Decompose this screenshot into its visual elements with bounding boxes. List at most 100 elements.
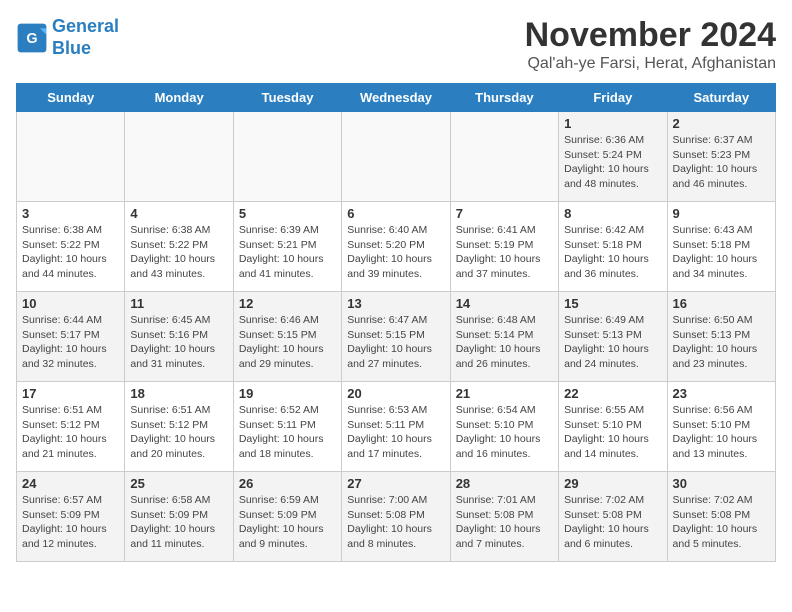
- day-header-saturday: Saturday: [667, 84, 775, 112]
- day-info: Sunrise: 6:50 AM Sunset: 5:13 PM Dayligh…: [673, 313, 770, 372]
- calendar-cell: 25Sunrise: 6:58 AM Sunset: 5:09 PM Dayli…: [125, 472, 233, 562]
- day-header-sunday: Sunday: [17, 84, 125, 112]
- calendar-week-row: 24 Sunrise: 6:57 AM Sunset: 5:09 PM Dayli…: [17, 472, 776, 562]
- calendar-cell: 8Sunrise: 6:42 AM Sunset: 5:18 PM Daylig…: [559, 202, 667, 292]
- calendar-cell: [450, 112, 558, 202]
- calendar-cell: 23 Sunrise: 6:56 AM Sunset: 5:10 PM Dayli…: [667, 382, 775, 472]
- day-info: Sunrise: 7:02 AM Sunset: 5:08 PM Dayligh…: [673, 493, 770, 552]
- day-number: 17: [22, 386, 119, 401]
- day-number: 2: [673, 116, 770, 131]
- day-number: 18: [130, 386, 227, 401]
- calendar-cell: 4 Sunrise: 6:38 AM Sunset: 5:22 PM Daylig…: [125, 202, 233, 292]
- logo: G General Blue: [16, 16, 119, 59]
- calendar-cell: 12 Sunrise: 6:46 AM Sunset: 5:15 PM Dayli…: [233, 292, 341, 382]
- calendar-cell: 29 Sunrise: 7:02 AM Sunset: 5:08 PM Dayli…: [559, 472, 667, 562]
- calendar-cell: [17, 112, 125, 202]
- day-number: 15: [564, 296, 661, 311]
- calendar-week-row: 17 Sunrise: 6:51 AM Sunset: 5:12 PM Dayli…: [17, 382, 776, 472]
- calendar-cell: [342, 112, 450, 202]
- day-number: 22: [564, 386, 661, 401]
- day-info: Sunrise: 6:46 AM Sunset: 5:15 PM Dayligh…: [239, 313, 336, 372]
- day-info: Sunrise: 6:56 AM Sunset: 5:10 PM Dayligh…: [673, 403, 770, 462]
- calendar-cell: 7 Sunrise: 6:41 AM Sunset: 5:19 PM Daylig…: [450, 202, 558, 292]
- day-info: Sunrise: 6:38 AM Sunset: 5:22 PM Dayligh…: [22, 223, 119, 282]
- day-info: Sunrise: 6:38 AM Sunset: 5:22 PM Dayligh…: [130, 223, 227, 282]
- calendar-cell: 16 Sunrise: 6:50 AM Sunset: 5:13 PM Dayli…: [667, 292, 775, 382]
- day-number: 5: [239, 206, 336, 221]
- day-info: Sunrise: 7:01 AM Sunset: 5:08 PM Dayligh…: [456, 493, 553, 552]
- calendar-header-row: SundayMondayTuesdayWednesdayThursdayFrid…: [17, 84, 776, 112]
- day-number: 28: [456, 476, 553, 491]
- svg-text:G: G: [26, 30, 37, 46]
- day-info: Sunrise: 6:59 AM Sunset: 5:09 PM Dayligh…: [239, 493, 336, 552]
- day-number: 12: [239, 296, 336, 311]
- day-number: 4: [130, 206, 227, 221]
- calendar-cell: 24 Sunrise: 6:57 AM Sunset: 5:09 PM Dayli…: [17, 472, 125, 562]
- day-info: Sunrise: 6:53 AM Sunset: 5:11 PM Dayligh…: [347, 403, 444, 462]
- day-header-thursday: Thursday: [450, 84, 558, 112]
- calendar-week-row: 1Sunrise: 6:36 AM Sunset: 5:24 PM Daylig…: [17, 112, 776, 202]
- day-header-wednesday: Wednesday: [342, 84, 450, 112]
- calendar-cell: 28 Sunrise: 7:01 AM Sunset: 5:08 PM Dayli…: [450, 472, 558, 562]
- day-info: Sunrise: 7:02 AM Sunset: 5:08 PM Dayligh…: [564, 493, 661, 552]
- logo-line2: Blue: [52, 38, 91, 58]
- calendar-cell: 11Sunrise: 6:45 AM Sunset: 5:16 PM Dayli…: [125, 292, 233, 382]
- day-number: 21: [456, 386, 553, 401]
- day-header-friday: Friday: [559, 84, 667, 112]
- day-info: Sunrise: 6:49 AM Sunset: 5:13 PM Dayligh…: [564, 313, 661, 372]
- calendar-cell: 27 Sunrise: 7:00 AM Sunset: 5:08 PM Dayli…: [342, 472, 450, 562]
- calendar-cell: 6 Sunrise: 6:40 AM Sunset: 5:20 PM Daylig…: [342, 202, 450, 292]
- calendar-cell: 15 Sunrise: 6:49 AM Sunset: 5:13 PM Dayli…: [559, 292, 667, 382]
- day-number: 3: [22, 206, 119, 221]
- calendar-cell: 18Sunrise: 6:51 AM Sunset: 5:12 PM Dayli…: [125, 382, 233, 472]
- calendar-cell: 5 Sunrise: 6:39 AM Sunset: 5:21 PM Daylig…: [233, 202, 341, 292]
- calendar-cell: 30 Sunrise: 7:02 AM Sunset: 5:08 PM Dayli…: [667, 472, 775, 562]
- calendar-cell: [233, 112, 341, 202]
- day-number: 23: [673, 386, 770, 401]
- calendar-cell: 17 Sunrise: 6:51 AM Sunset: 5:12 PM Dayli…: [17, 382, 125, 472]
- day-number: 7: [456, 206, 553, 221]
- day-number: 26: [239, 476, 336, 491]
- day-info: Sunrise: 6:37 AM Sunset: 5:23 PM Dayligh…: [673, 133, 770, 192]
- day-info: Sunrise: 6:41 AM Sunset: 5:19 PM Dayligh…: [456, 223, 553, 282]
- day-info: Sunrise: 6:54 AM Sunset: 5:10 PM Dayligh…: [456, 403, 553, 462]
- day-info: Sunrise: 6:52 AM Sunset: 5:11 PM Dayligh…: [239, 403, 336, 462]
- calendar-cell: 26 Sunrise: 6:59 AM Sunset: 5:09 PM Dayli…: [233, 472, 341, 562]
- day-number: 13: [347, 296, 444, 311]
- calendar-cell: 10Sunrise: 6:44 AM Sunset: 5:17 PM Dayli…: [17, 292, 125, 382]
- day-info: Sunrise: 6:36 AM Sunset: 5:24 PM Dayligh…: [564, 133, 661, 192]
- calendar-cell: 14 Sunrise: 6:48 AM Sunset: 5:14 PM Dayli…: [450, 292, 558, 382]
- day-header-tuesday: Tuesday: [233, 84, 341, 112]
- day-info: Sunrise: 7:00 AM Sunset: 5:08 PM Dayligh…: [347, 493, 444, 552]
- calendar-cell: 9Sunrise: 6:43 AM Sunset: 5:18 PM Daylig…: [667, 202, 775, 292]
- calendar-cell: 20 Sunrise: 6:53 AM Sunset: 5:11 PM Dayli…: [342, 382, 450, 472]
- logo-line1: General: [52, 16, 119, 36]
- day-info: Sunrise: 6:48 AM Sunset: 5:14 PM Dayligh…: [456, 313, 553, 372]
- day-info: Sunrise: 6:40 AM Sunset: 5:20 PM Dayligh…: [347, 223, 444, 282]
- month-title: November 2024: [525, 16, 776, 55]
- day-info: Sunrise: 6:42 AM Sunset: 5:18 PM Dayligh…: [564, 223, 661, 282]
- day-info: Sunrise: 6:57 AM Sunset: 5:09 PM Dayligh…: [22, 493, 119, 552]
- day-number: 6: [347, 206, 444, 221]
- day-number: 30: [673, 476, 770, 491]
- day-info: Sunrise: 6:51 AM Sunset: 5:12 PM Dayligh…: [22, 403, 119, 462]
- page-header: G General Blue November 2024 Qal'ah-ye F…: [16, 16, 776, 73]
- day-number: 10: [22, 296, 119, 311]
- day-number: 29: [564, 476, 661, 491]
- day-number: 14: [456, 296, 553, 311]
- day-number: 27: [347, 476, 444, 491]
- day-info: Sunrise: 6:58 AM Sunset: 5:09 PM Dayligh…: [130, 493, 227, 552]
- day-info: Sunrise: 6:39 AM Sunset: 5:21 PM Dayligh…: [239, 223, 336, 282]
- day-number: 20: [347, 386, 444, 401]
- day-number: 24: [22, 476, 119, 491]
- day-info: Sunrise: 6:43 AM Sunset: 5:18 PM Dayligh…: [673, 223, 770, 282]
- calendar-cell: 1Sunrise: 6:36 AM Sunset: 5:24 PM Daylig…: [559, 112, 667, 202]
- calendar-cell: 21 Sunrise: 6:54 AM Sunset: 5:10 PM Dayli…: [450, 382, 558, 472]
- day-number: 11: [130, 296, 227, 311]
- logo-icon: G: [16, 22, 48, 54]
- day-number: 16: [673, 296, 770, 311]
- calendar-cell: [125, 112, 233, 202]
- logo-text: General Blue: [52, 16, 119, 59]
- calendar-cell: 13Sunrise: 6:47 AM Sunset: 5:15 PM Dayli…: [342, 292, 450, 382]
- calendar-cell: 19Sunrise: 6:52 AM Sunset: 5:11 PM Dayli…: [233, 382, 341, 472]
